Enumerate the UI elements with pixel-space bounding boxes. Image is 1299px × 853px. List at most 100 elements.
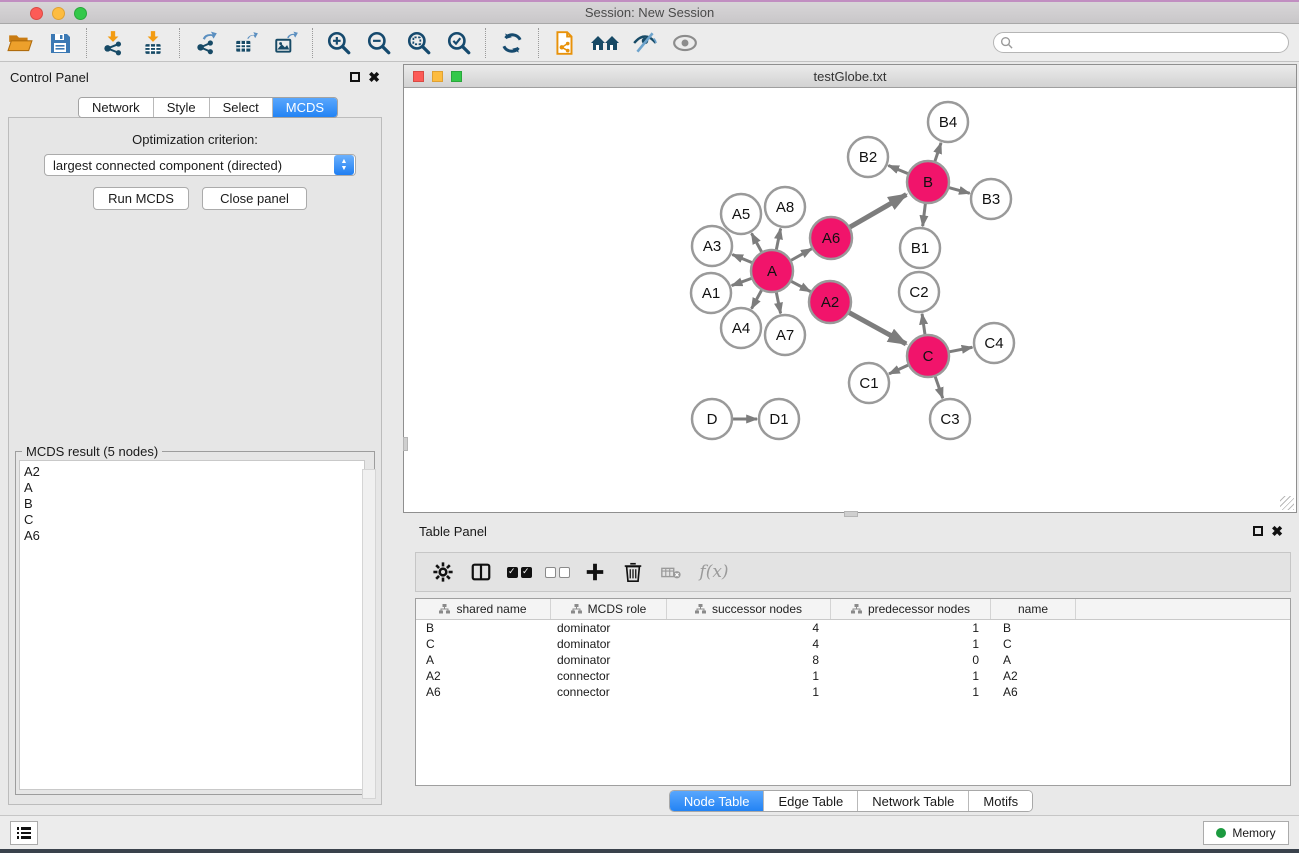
table-cell[interactable]: connector bbox=[551, 684, 667, 700]
table-cell[interactable]: connector bbox=[551, 668, 667, 684]
tab-network[interactable]: Network bbox=[79, 98, 154, 117]
column-header-shared-name[interactable]: shared name bbox=[416, 599, 551, 619]
save-session-icon[interactable] bbox=[40, 27, 80, 59]
graph-node-D1[interactable]: D1 bbox=[759, 399, 799, 439]
graph-node-A8[interactable]: A8 bbox=[765, 187, 805, 227]
import-table-icon[interactable] bbox=[133, 27, 173, 59]
export-network-icon[interactable] bbox=[186, 27, 226, 59]
export-image-icon[interactable] bbox=[266, 27, 306, 59]
table-cell[interactable]: 1 bbox=[831, 668, 991, 684]
table-cell[interactable]: A2 bbox=[991, 668, 1076, 684]
close-panel-button[interactable]: Close panel bbox=[202, 187, 307, 210]
tab-style[interactable]: Style bbox=[154, 98, 210, 117]
settings-gear-icon[interactable] bbox=[426, 556, 460, 588]
graph-edge-A-A7[interactable] bbox=[776, 292, 780, 314]
graph-edge-B-B1[interactable] bbox=[923, 203, 926, 226]
graph-node-B3[interactable]: B3 bbox=[971, 179, 1011, 219]
graph-node-A3[interactable]: A3 bbox=[692, 226, 732, 266]
hide-details-icon[interactable] bbox=[625, 27, 665, 59]
table-row[interactable]: Adominator80A bbox=[416, 652, 1290, 668]
graph-edge-C-C2[interactable] bbox=[922, 314, 925, 335]
table-cell[interactable]: 4 bbox=[667, 636, 831, 652]
network-canvas[interactable]: AA1A2A3A4A5A6A7A8BB1B2B3B4CC1C2C3C4DD1 bbox=[404, 88, 1296, 512]
table-cell[interactable]: 1 bbox=[667, 684, 831, 700]
graph-edge-A-A1[interactable] bbox=[732, 278, 753, 285]
list-item[interactable]: A2 bbox=[24, 464, 364, 480]
graph-node-C2[interactable]: C2 bbox=[899, 272, 939, 312]
close-panel-icon[interactable]: ✖ bbox=[1271, 526, 1283, 536]
table-cell[interactable]: 4 bbox=[667, 620, 831, 636]
tab-network-table[interactable]: Network Table bbox=[858, 791, 969, 811]
table-cell[interactable]: A bbox=[991, 652, 1076, 668]
float-panel-icon[interactable] bbox=[350, 72, 360, 82]
function-builder-icon[interactable]: f(x) bbox=[692, 556, 736, 588]
tab-select[interactable]: Select bbox=[210, 98, 273, 117]
delete-table-icon[interactable] bbox=[654, 556, 688, 588]
column-visibility-icon[interactable] bbox=[464, 556, 498, 588]
table-cell[interactable]: 0 bbox=[831, 652, 991, 668]
network-zoom-button[interactable] bbox=[451, 71, 462, 82]
export-table-icon[interactable] bbox=[226, 27, 266, 59]
network-window-titlebar[interactable]: testGlobe.txt bbox=[404, 65, 1296, 88]
mcds-result-list[interactable]: A2 A B C A6 bbox=[19, 460, 365, 790]
table-cell[interactable]: B bbox=[416, 620, 551, 636]
table-cell[interactable]: C bbox=[991, 636, 1076, 652]
column-header-name[interactable]: name bbox=[991, 599, 1076, 619]
list-item[interactable]: A bbox=[24, 480, 364, 496]
network-minimize-button[interactable] bbox=[432, 71, 443, 82]
task-history-button[interactable] bbox=[10, 821, 38, 845]
graph-edge-A-A5[interactable] bbox=[752, 233, 762, 252]
column-header-mcds-role[interactable]: MCDS role bbox=[551, 599, 667, 619]
home-icon[interactable] bbox=[585, 27, 625, 59]
close-panel-icon[interactable]: ✖ bbox=[368, 72, 380, 82]
graph-node-C[interactable]: C bbox=[907, 335, 949, 377]
network-from-selection-icon[interactable] bbox=[545, 27, 585, 59]
tab-motifs[interactable]: Motifs bbox=[969, 791, 1032, 811]
add-row-icon[interactable] bbox=[578, 556, 612, 588]
table-cell[interactable]: A2 bbox=[416, 668, 551, 684]
tab-mcds[interactable]: MCDS bbox=[273, 98, 337, 117]
split-divider-handle[interactable] bbox=[844, 511, 858, 517]
network-graph[interactable]: AA1A2A3A4A5A6A7A8BB1B2B3B4CC1C2C3C4DD1 bbox=[404, 88, 1296, 512]
graph-edge-A-A2[interactable] bbox=[791, 281, 811, 292]
table-cell[interactable]: A6 bbox=[416, 684, 551, 700]
column-header-successor-nodes[interactable]: successor nodes bbox=[667, 599, 831, 619]
table-cell[interactable]: 1 bbox=[831, 636, 991, 652]
graph-node-D[interactable]: D bbox=[692, 399, 732, 439]
graph-node-A5[interactable]: A5 bbox=[721, 194, 761, 234]
table-cell[interactable] bbox=[1076, 684, 1290, 700]
table-cell[interactable]: 8 bbox=[667, 652, 831, 668]
graph-node-B2[interactable]: B2 bbox=[848, 137, 888, 177]
graph-node-A4[interactable]: A4 bbox=[721, 308, 761, 348]
window-resize-grip[interactable] bbox=[1280, 496, 1294, 510]
table-cell[interactable] bbox=[1076, 620, 1290, 636]
criterion-dropdown[interactable]: largest connected component (directed) ▲… bbox=[44, 154, 356, 176]
list-item[interactable]: C bbox=[24, 512, 364, 528]
table-cell[interactable] bbox=[1076, 652, 1290, 668]
graph-node-A6[interactable]: A6 bbox=[810, 217, 852, 259]
column-header-predecessor-nodes[interactable]: predecessor nodes bbox=[831, 599, 991, 619]
table-cell[interactable]: A bbox=[416, 652, 551, 668]
graph-node-A7[interactable]: A7 bbox=[765, 315, 805, 355]
deselect-all-checkboxes-icon[interactable] bbox=[540, 556, 574, 588]
zoom-in-icon[interactable] bbox=[319, 27, 359, 59]
zoom-selected-icon[interactable] bbox=[439, 27, 479, 59]
search-input[interactable] bbox=[993, 32, 1289, 53]
table-cell[interactable]: C bbox=[416, 636, 551, 652]
table-row[interactable]: A2connector11A2 bbox=[416, 668, 1290, 684]
list-item[interactable]: B bbox=[24, 496, 364, 512]
table-cell[interactable]: dominator bbox=[551, 636, 667, 652]
table-cell[interactable] bbox=[1076, 668, 1290, 684]
graph-node-C4[interactable]: C4 bbox=[974, 323, 1014, 363]
graph-node-A[interactable]: A bbox=[751, 250, 793, 292]
table-row[interactable]: Bdominator41B bbox=[416, 620, 1290, 636]
table-cell[interactable]: dominator bbox=[551, 652, 667, 668]
tab-edge-table[interactable]: Edge Table bbox=[764, 791, 858, 811]
graph-node-C1[interactable]: C1 bbox=[849, 363, 889, 403]
graph-edge-B-B2[interactable] bbox=[888, 165, 908, 173]
graph-edge-A-A3[interactable] bbox=[732, 254, 752, 262]
graph-edge-A6-B[interactable] bbox=[849, 194, 906, 227]
graph-edge-A-A8[interactable] bbox=[776, 229, 780, 251]
graph-node-B1[interactable]: B1 bbox=[900, 228, 940, 268]
tab-node-table[interactable]: Node Table bbox=[670, 791, 765, 811]
